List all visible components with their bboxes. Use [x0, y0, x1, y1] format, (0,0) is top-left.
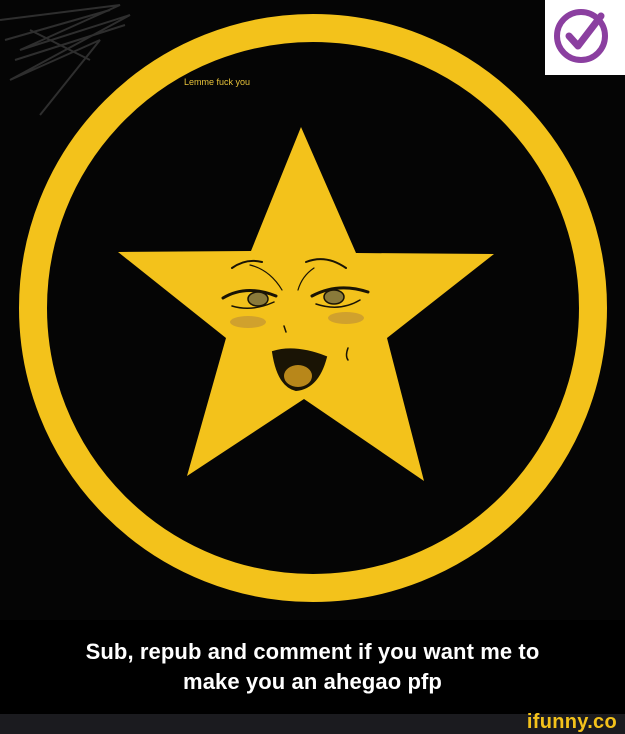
- caption-line-1: Sub, repub and comment if you want me to: [85, 639, 540, 664]
- purple-check-circle-icon: [554, 9, 608, 63]
- artwork: [0, 0, 625, 620]
- caption-bar: Sub, repub and comment if you want me to…: [0, 620, 625, 714]
- footer-bar: ifunny.co: [0, 711, 625, 734]
- ifunny-watermark: ifunny.co: [526, 711, 617, 733]
- caption-line-2: make you an ahegao pfp: [183, 669, 442, 694]
- overlay-text: Lemme fuck you: [184, 77, 251, 87]
- verified-badge: [545, 0, 625, 75]
